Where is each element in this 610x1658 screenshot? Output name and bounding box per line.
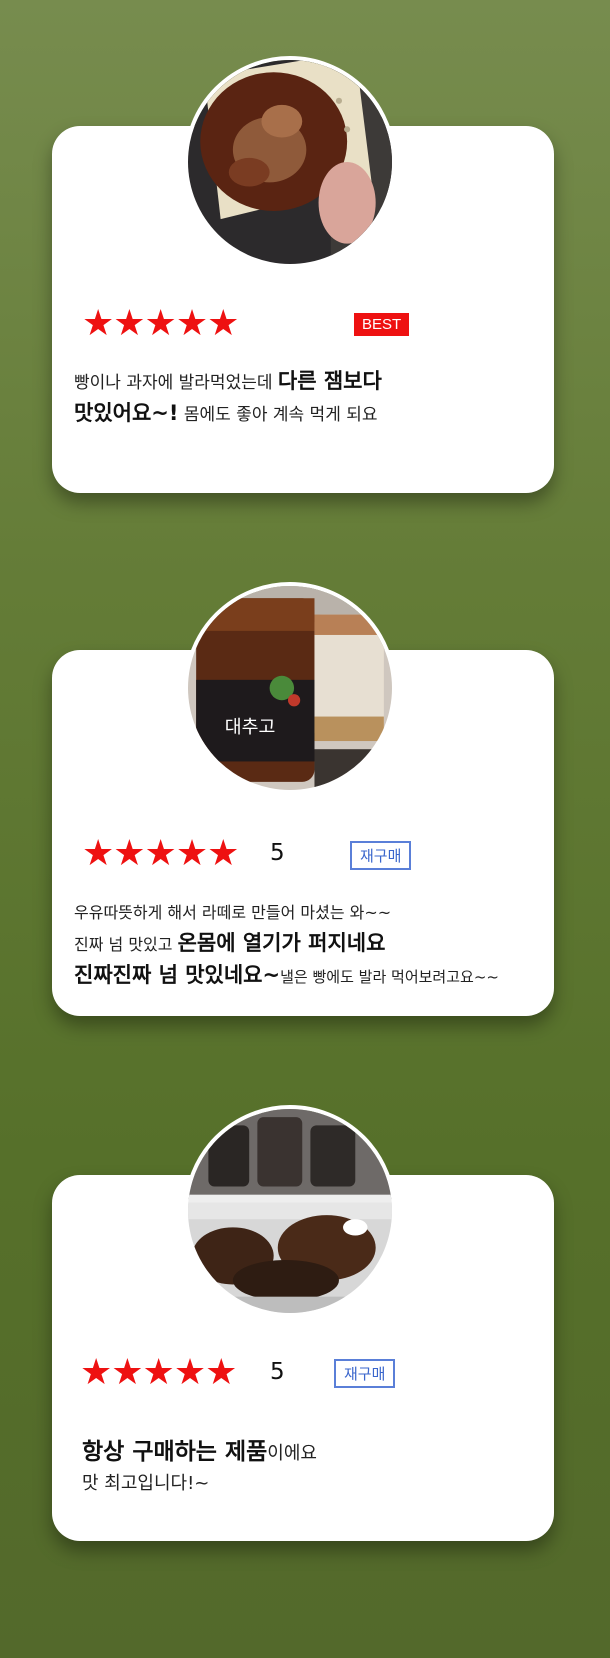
- review-text-normal: 진짜 넘 맛있고: [74, 935, 178, 954]
- best-badge: BEST: [354, 313, 410, 336]
- rating-score: 5: [270, 840, 285, 866]
- review-text-normal: 낼은 빵에도 발라 먹어보려고요~~: [280, 968, 499, 986]
- jar-label: 대추고: [225, 717, 276, 738]
- review-photo-2: 대추고: [184, 582, 396, 794]
- rebuy-badge: 재구매: [350, 841, 412, 870]
- review-text-normal: 빵이나 과자에 발라먹었는데: [74, 373, 278, 393]
- review-text-normal: 이에요: [267, 1443, 317, 1464]
- review-text-normal: 몸에도 좋아 계속 먹게 되요: [178, 405, 378, 425]
- review-text: 우유따뜻하게 해서 라떼로 만들어 마셨는 와~~ 진짜 넘 맛있고 온몸에 열…: [74, 898, 499, 992]
- review-photo-3: [184, 1105, 396, 1317]
- star-rating: ★★★★★: [82, 303, 239, 344]
- review-text-bold: 항상 구매하는 제품: [82, 1439, 268, 1465]
- review-text-bold: 다른 잼보다: [277, 369, 382, 393]
- review-text-bold: 진짜진짜 넘 맛있네요~: [74, 963, 281, 987]
- rebuy-badge: 재구매: [334, 1359, 396, 1388]
- review-text: 빵이나 과자에 발라먹었는데 다른 잼보다 맛있어요~! 몸에도 좋아 계속 먹…: [74, 366, 382, 430]
- review-text-normal: 맛 최고입니다!~: [82, 1473, 210, 1494]
- rating-score: 5: [270, 1359, 285, 1385]
- star-rating: ★★★★★: [80, 1352, 237, 1393]
- star-rating: ★★★★★: [82, 833, 239, 874]
- review-text-bold: 맛있어요~!: [74, 401, 179, 425]
- review-text: 항상 구매하는 제품이에요 맛 최고입니다!~: [82, 1437, 317, 1499]
- review-text-bold: 온몸에 열기가 퍼지네요: [177, 931, 386, 955]
- review-photo-1: [184, 56, 396, 268]
- review-text-normal: 우유따뜻하게 해서 라떼로 만들어 마셨는 와~~: [74, 903, 392, 922]
